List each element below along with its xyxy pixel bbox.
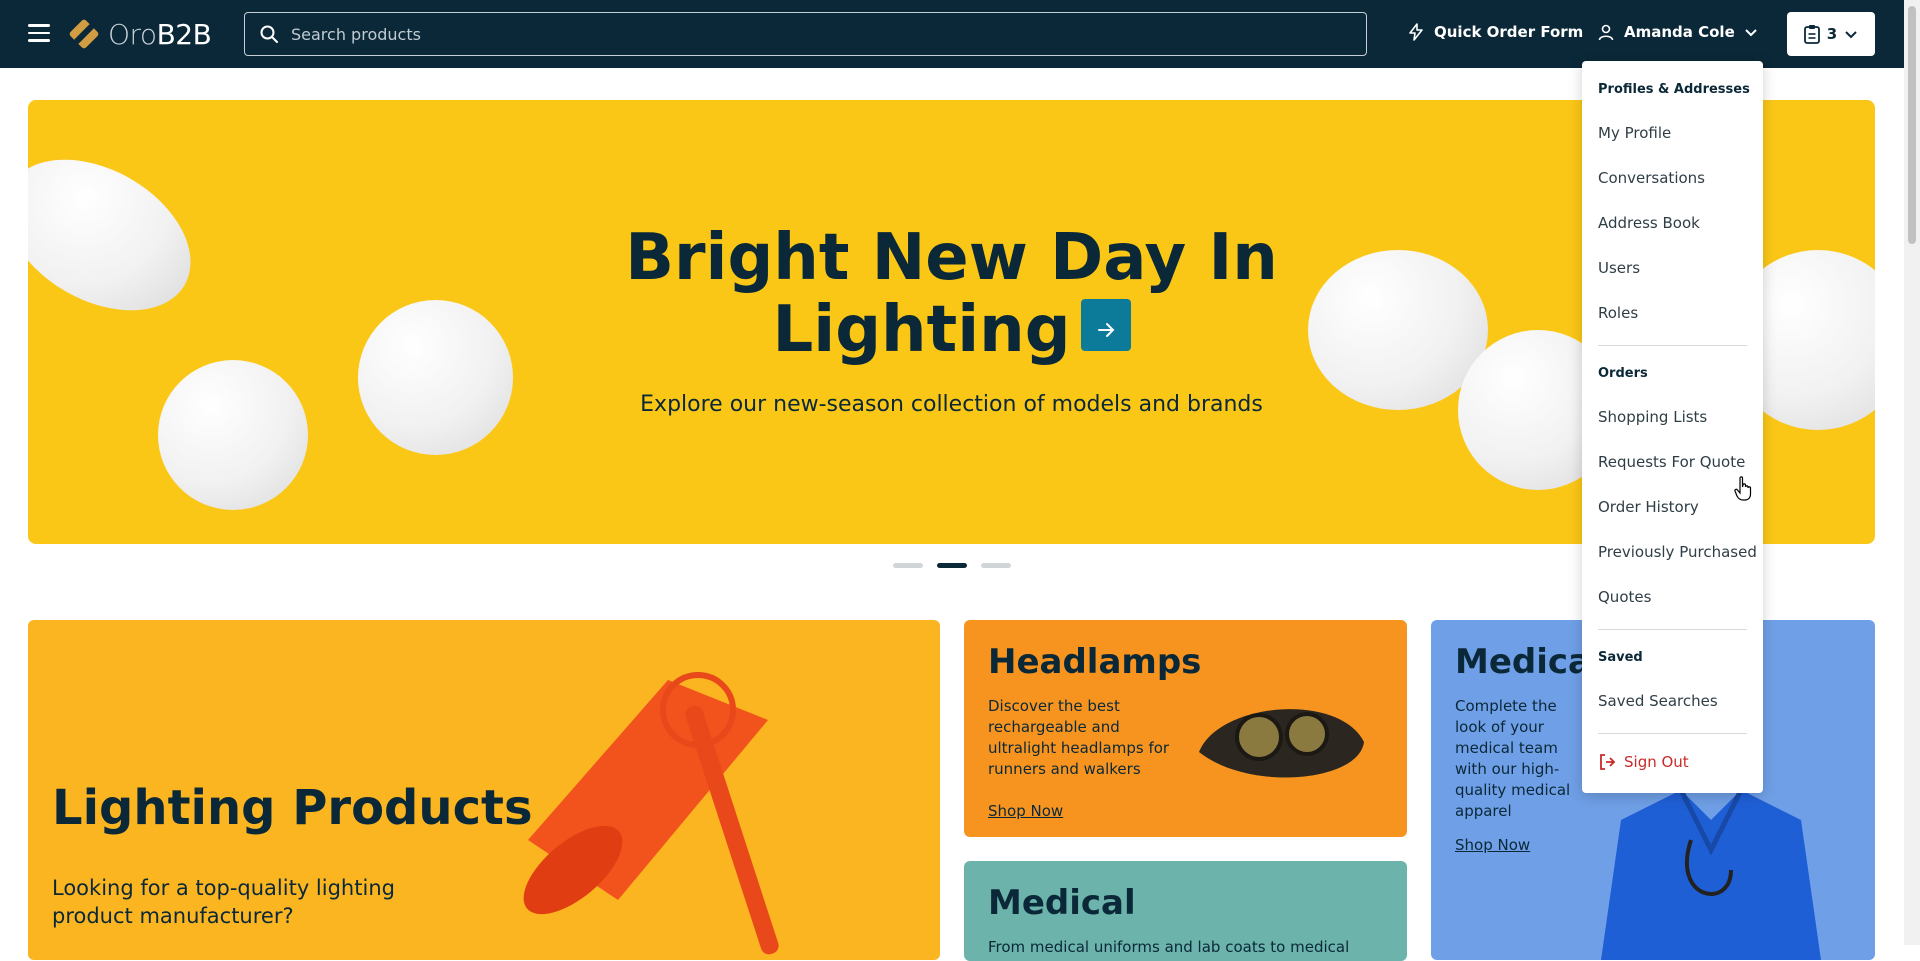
headlamp-image <box>1199 709 1364 778</box>
menu-item-my-profile[interactable]: My Profile <box>1598 124 1671 142</box>
menu-item-quotes[interactable]: Quotes <box>1598 588 1651 606</box>
section-profiles-addresses: Profiles & Addresses <box>1598 82 1750 97</box>
sign-out-label: Sign Out <box>1624 753 1689 771</box>
chevron-down-icon <box>1745 29 1757 37</box>
user-dropdown-menu: Profiles & Addresses My Profile Conversa… <box>1582 61 1763 793</box>
cart-count: 3 <box>1826 25 1838 43</box>
site-header: OroB2B Quick Order Form Amanda Cole 3 <box>0 0 1904 68</box>
tile-lighting-products[interactable]: Lighting Products Looking for a top-qual… <box>28 620 940 960</box>
logo[interactable]: OroB2B <box>68 14 212 54</box>
tile-title: Lighting Products <box>52 780 533 836</box>
sign-out-icon <box>1600 754 1616 770</box>
carousel-dot[interactable] <box>981 563 1011 568</box>
hamburger-menu-icon[interactable] <box>28 24 50 42</box>
divider <box>1598 629 1747 630</box>
section-saved: Saved <box>1598 650 1643 665</box>
shop-now-link[interactable]: Shop Now <box>988 802 1063 820</box>
tile-text: Complete the look of your medical team w… <box>1455 697 1571 820</box>
hand-cursor-icon <box>1734 476 1752 501</box>
menu-item-saved-searches[interactable]: Saved Searches <box>1598 692 1718 710</box>
divider <box>1598 345 1747 346</box>
scrubs-image <box>1601 788 1821 960</box>
hero-arrow-button[interactable] <box>1080 299 1131 352</box>
user-icon <box>1598 24 1614 41</box>
tile-title: Medical <box>988 883 1136 923</box>
menu-item-conversations[interactable]: Conversations <box>1598 169 1705 187</box>
user-menu-toggle[interactable]: Amanda Cole <box>1596 22 1759 42</box>
sign-out-button[interactable]: Sign Out <box>1598 753 1689 771</box>
shop-now-link[interactable]: Shop Now <box>1455 836 1530 854</box>
tile-title: Medical <box>1455 642 1603 682</box>
tile-medical-small[interactable]: Medical From medical uniforms and lab co… <box>964 861 1407 961</box>
tile-title: Headlamps <box>988 642 1202 682</box>
quick-order-label: Quick Order Form <box>1434 23 1584 41</box>
search-box[interactable] <box>244 12 1367 56</box>
lightning-icon <box>1409 23 1423 41</box>
page-scrollbar[interactable] <box>1904 0 1920 945</box>
tile-text: From medical uniforms and lab coats to m… <box>988 938 1350 956</box>
menu-item-shopping-lists[interactable]: Shopping Lists <box>1598 408 1707 426</box>
scrollbar-thumb[interactable] <box>1908 6 1916 244</box>
section-orders: Orders <box>1598 366 1648 381</box>
tile-text: Looking for a top-quality lighting produ… <box>52 876 395 928</box>
chevron-down-icon <box>1845 31 1857 39</box>
search-input[interactable] <box>291 24 1291 44</box>
carousel-dot-active[interactable] <box>937 563 967 568</box>
search-icon <box>260 25 278 43</box>
menu-item-roles[interactable]: Roles <box>1598 304 1638 322</box>
menu-item-users[interactable]: Users <box>1598 259 1640 277</box>
shopping-list-button[interactable]: 3 <box>1787 12 1875 56</box>
menu-item-order-history[interactable]: Order History <box>1598 498 1699 516</box>
menu-item-requests-for-quote[interactable]: Requests For Quote <box>1598 453 1745 471</box>
bulb-image <box>158 360 308 510</box>
tile-headlamps[interactable]: Headlamps Discover the best rechargeable… <box>964 620 1407 837</box>
tile-text: Discover the best rechargeable and ultra… <box>988 697 1170 778</box>
menu-item-previously-purchased[interactable]: Previously Purchased <box>1598 543 1757 561</box>
user-name: Amanda Cole <box>1624 23 1735 41</box>
carousel-dot[interactable] <box>893 563 923 568</box>
clipboard-icon <box>1803 25 1820 44</box>
menu-item-address-book[interactable]: Address Book <box>1598 214 1700 232</box>
carousel-dots <box>893 563 1011 568</box>
logo-diamond-icon <box>69 19 99 49</box>
arrow-right-icon <box>1097 323 1114 338</box>
logo-text: OroB2B <box>108 17 212 51</box>
quick-order-link[interactable]: Quick Order Form <box>1406 22 1583 42</box>
divider <box>1598 733 1747 734</box>
